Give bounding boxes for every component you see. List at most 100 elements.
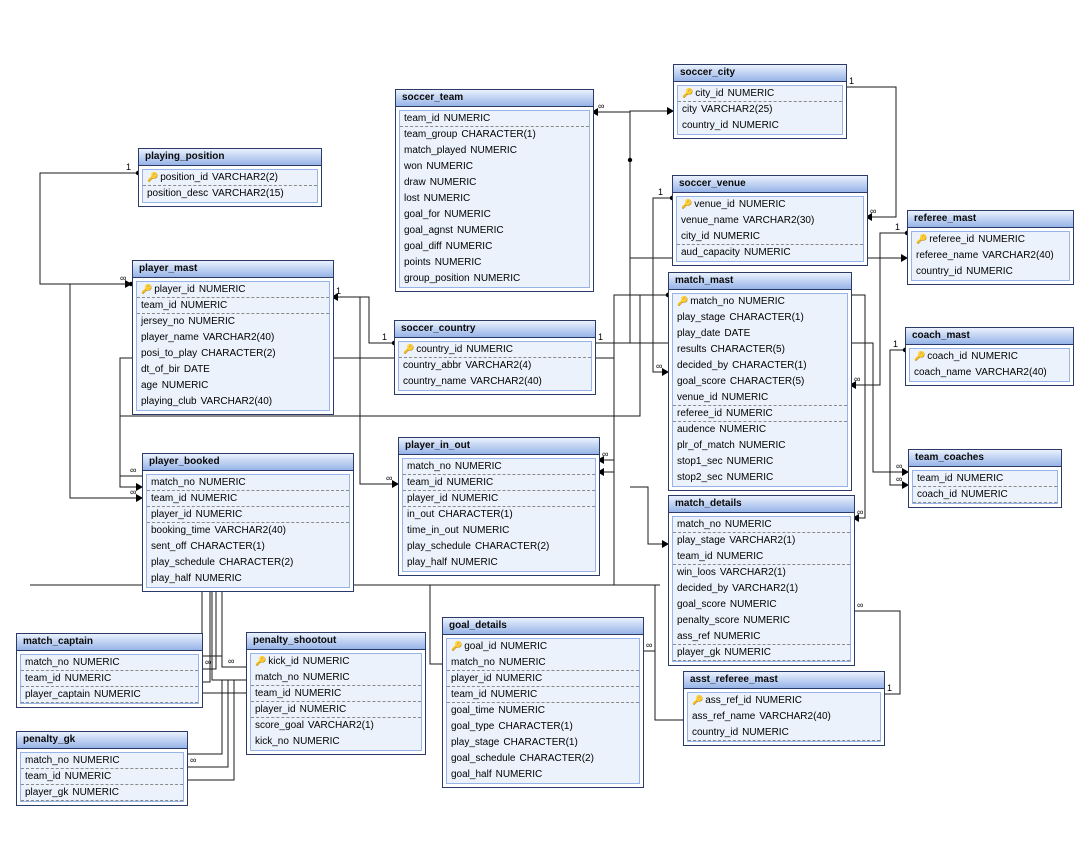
column-row[interactable]: goal_scoreNUMERIC [673, 597, 850, 613]
column-row[interactable]: match_noNUMERIC [673, 517, 850, 533]
column-row[interactable]: drawNUMERIC [400, 175, 589, 191]
column-row[interactable]: 🔑goal_idNUMERIC [447, 639, 639, 655]
table-referee_mast[interactable]: referee_mast 🔑referee_idNUMERICreferee_na… [907, 210, 1074, 285]
table-player_in_out[interactable]: player_in_out match_noNUMERICteam_idNUMER… [398, 437, 600, 576]
column-row[interactable]: play_dateDATE [673, 326, 847, 342]
table-header[interactable]: soccer_team [396, 90, 593, 107]
table-playing_position[interactable]: playing_position 🔑position_idVARCHAR2(2)p… [138, 148, 322, 207]
column-row[interactable]: stop1_secNUMERIC [673, 454, 847, 470]
column-row[interactable]: team_idNUMERIC [21, 769, 183, 785]
column-row[interactable]: referee_nameVARCHAR2(40) [912, 248, 1069, 264]
column-row[interactable]: match_noNUMERIC [21, 655, 198, 671]
column-row[interactable]: play_stageVARCHAR2(1) [673, 533, 850, 549]
column-row[interactable]: coach_nameVARCHAR2(40) [910, 365, 1069, 381]
table-coach_mast[interactable]: coach_mast🔑coach_idNUMERICcoach_nameVARC… [905, 327, 1074, 386]
column-row[interactable]: country_nameVARCHAR2(40) [399, 374, 591, 390]
table-header[interactable]: playing_position [139, 149, 321, 166]
column-row[interactable]: goal_halfNUMERIC [447, 767, 639, 783]
column-row[interactable]: time_in_outNUMERIC [403, 523, 595, 539]
column-row[interactable]: 🔑city_idNUMERIC [678, 86, 842, 102]
table-header[interactable]: player_in_out [399, 438, 599, 455]
table-header[interactable]: match_details [669, 496, 854, 513]
table-header[interactable]: soccer_country [395, 321, 595, 338]
table-team_coaches[interactable]: team_coachesteam_idNUMERICcoach_idNUMERI… [908, 449, 1062, 508]
column-row[interactable]: team_idNUMERIC [447, 687, 639, 703]
table-soccer_team[interactable]: soccer_team team_idNUMERICteam_groupCHARA… [395, 89, 594, 292]
column-row[interactable]: dt_of_birDATE [137, 362, 329, 378]
column-row[interactable]: jersey_noNUMERIC [137, 314, 329, 330]
column-row[interactable]: team_idNUMERIC [137, 298, 329, 314]
table-penalty_shootout[interactable]: penalty_shootout 🔑kick_idNUMERICmatch_noN… [246, 632, 426, 755]
table-header[interactable]: referee_mast [908, 211, 1073, 228]
table-soccer_venue[interactable]: soccer_venue 🔑venue_idNUMERICvenue_nameVA… [672, 175, 868, 266]
column-row[interactable]: team_idNUMERIC [403, 475, 595, 491]
column-row[interactable]: match_noNUMERIC [447, 655, 639, 671]
table-player_mast[interactable]: player_mast🔑player_idNUMERICteam_idNUMER… [132, 260, 334, 415]
column-row[interactable]: country_idNUMERIC [688, 725, 880, 741]
column-row[interactable]: resultsCHARACTER(5) [673, 342, 847, 358]
table-header[interactable]: player_mast [133, 261, 333, 278]
column-row[interactable]: playing_clubVARCHAR2(40) [137, 394, 329, 410]
column-row[interactable]: team_idNUMERIC [21, 671, 198, 687]
table-header[interactable]: player_booked [143, 454, 353, 471]
column-row[interactable]: ass_refNUMERIC [673, 629, 850, 645]
column-row[interactable]: team_idNUMERIC [913, 471, 1057, 487]
column-row[interactable]: aud_capacityNUMERIC [677, 245, 863, 261]
column-row[interactable]: play_halfNUMERIC [403, 555, 595, 571]
column-row[interactable]: goal_scheduleCHARACTER(2) [447, 751, 639, 767]
column-row[interactable]: venue_idNUMERIC [673, 390, 847, 406]
column-row[interactable]: match_noNUMERIC [403, 459, 595, 475]
column-row[interactable]: ageNUMERIC [137, 378, 329, 394]
column-row[interactable]: posi_to_playCHARACTER(2) [137, 346, 329, 362]
column-row[interactable]: country_abbrVARCHAR2(4) [399, 358, 591, 374]
column-row[interactable]: 🔑venue_idNUMERIC [677, 197, 863, 213]
column-row[interactable]: plr_of_matchNUMERIC [673, 438, 847, 454]
column-row[interactable]: group_positionNUMERIC [400, 271, 589, 287]
column-row[interactable]: team_idNUMERIC [251, 686, 421, 702]
column-row[interactable]: decided_byCHARACTER(1) [673, 358, 847, 374]
column-row[interactable]: goal_forNUMERIC [400, 207, 589, 223]
table-soccer_country[interactable]: soccer_country🔑country_idNUMERICcountry_… [394, 320, 596, 395]
column-row[interactable]: city_idNUMERIC [677, 229, 863, 245]
column-row[interactable]: match_playedNUMERIC [400, 143, 589, 159]
column-row[interactable]: decided_byVARCHAR2(1) [673, 581, 850, 597]
column-row[interactable]: match_noNUMERIC [147, 475, 349, 491]
column-row[interactable]: win_loosVARCHAR2(1) [673, 565, 850, 581]
column-row[interactable]: venue_nameVARCHAR2(30) [677, 213, 863, 229]
table-header[interactable]: penalty_shootout [247, 633, 425, 650]
column-row[interactable]: 🔑position_idVARCHAR2(2) [143, 170, 317, 186]
column-row[interactable]: sent_offCHARACTER(1) [147, 539, 349, 555]
column-row[interactable]: 🔑referee_idNUMERIC [912, 232, 1069, 248]
column-row[interactable]: goal_agnstNUMERIC [400, 223, 589, 239]
column-row[interactable]: play_stageCHARACTER(1) [447, 735, 639, 751]
table-header[interactable]: coach_mast [906, 328, 1073, 345]
column-row[interactable]: 🔑ass_ref_idNUMERIC [688, 693, 880, 709]
column-row[interactable]: team_idNUMERIC [400, 111, 589, 127]
column-row[interactable]: goal_scoreCHARACTER(5) [673, 374, 847, 390]
column-row[interactable]: player_captainNUMERIC [21, 687, 198, 703]
table-header[interactable]: goal_details [443, 618, 643, 635]
table-player_booked[interactable]: player_bookedmatch_noNUMERICteam_idNUMER… [142, 453, 354, 592]
column-row[interactable]: position_descVARCHAR2(15) [143, 186, 317, 202]
column-row[interactable]: ass_ref_nameVARCHAR2(40) [688, 709, 880, 725]
table-goal_details[interactable]: goal_details 🔑goal_idNUMERICmatch_noNUMER… [442, 617, 644, 788]
column-row[interactable]: penalty_scoreNUMERIC [673, 613, 850, 629]
column-row[interactable]: score_goalVARCHAR2(1) [251, 718, 421, 734]
table-penalty_gk[interactable]: penalty_gkmatch_noNUMERICteam_idNUMERICp… [16, 731, 188, 806]
column-row[interactable]: play_stageCHARACTER(1) [673, 310, 847, 326]
column-row[interactable]: play_scheduleCHARACTER(2) [147, 555, 349, 571]
table-match_details[interactable]: match_details match_noNUMERICplay_stageVA… [668, 495, 855, 666]
column-row[interactable]: audenceNUMERIC [673, 422, 847, 438]
column-row[interactable]: stop2_secNUMERIC [673, 470, 847, 486]
table-header[interactable]: soccer_city [674, 65, 846, 82]
column-row[interactable]: match_noNUMERIC [251, 670, 421, 686]
column-row[interactable]: player_gkNUMERIC [673, 645, 850, 661]
column-row[interactable]: cityVARCHAR2(25) [678, 102, 842, 118]
column-row[interactable]: match_noNUMERIC [21, 753, 183, 769]
column-row[interactable]: pointsNUMERIC [400, 255, 589, 271]
column-row[interactable]: team_groupCHARACTER(1) [400, 127, 589, 143]
table-asst_referee_mast[interactable]: asst_referee_mast🔑ass_ref_idNUMERICass_r… [683, 671, 885, 746]
column-row[interactable]: 🔑kick_idNUMERIC [251, 654, 421, 670]
column-row[interactable]: play_halfNUMERIC [147, 571, 349, 587]
table-header[interactable]: soccer_venue [673, 176, 867, 193]
